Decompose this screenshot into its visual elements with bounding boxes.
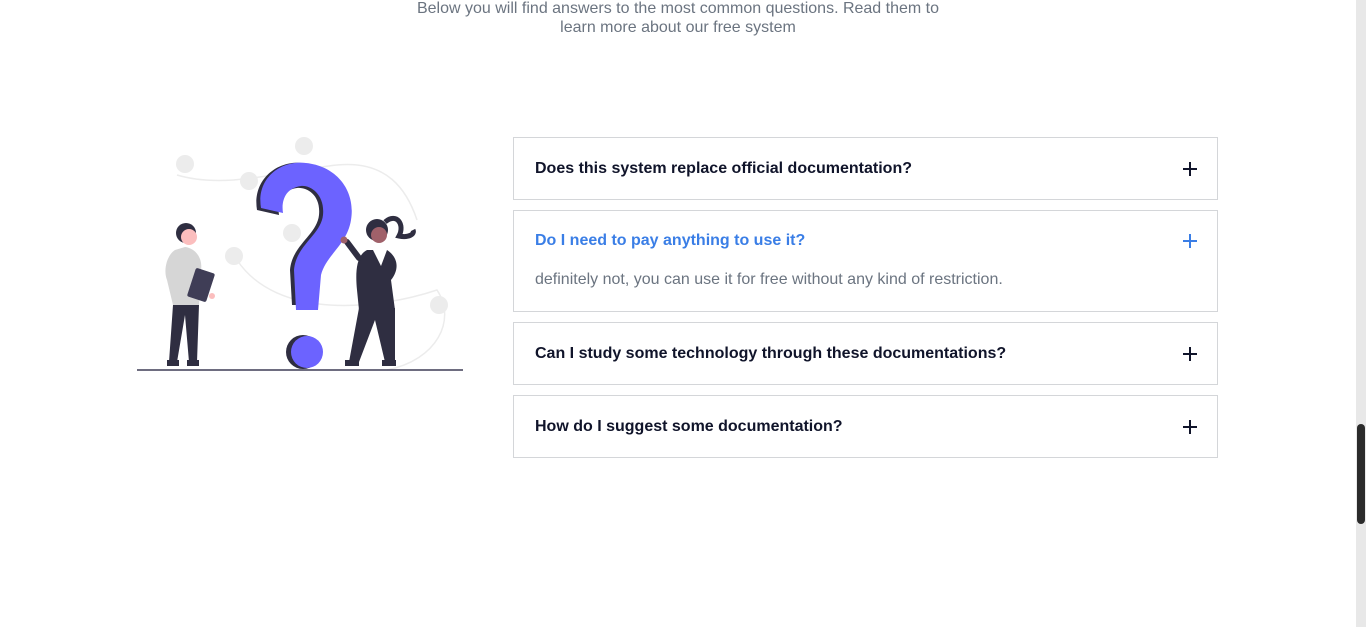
decor-circle — [283, 224, 301, 242]
woman-legs — [349, 308, 395, 362]
question-mark — [260, 162, 352, 310]
faq-item[interactable]: How do I suggest some documentation? — [513, 395, 1218, 458]
faq-question-row[interactable]: Do I need to pay anything to use it? — [514, 211, 1217, 271]
decor-circle — [295, 137, 313, 155]
plus-icon[interactable] — [1183, 161, 1199, 177]
woman-shoe — [382, 360, 396, 366]
faq-question: Can I study some technology through thes… — [535, 344, 1007, 362]
woman-head — [371, 227, 387, 243]
faq-accordion: Does this system replace official docume… — [513, 137, 1218, 468]
faq-page: Below you will find answers to the most … — [0, 0, 1366, 627]
woman-ponytail — [383, 215, 416, 239]
faq-question: Does this system replace official docume… — [535, 159, 912, 177]
man-shoe — [187, 360, 199, 366]
decor-circle — [176, 155, 194, 173]
faq-item[interactable]: Do I need to pay anything to use it? def… — [513, 210, 1218, 312]
woman-arm — [344, 239, 362, 261]
man-legs — [169, 305, 199, 362]
decor-circle — [225, 247, 243, 265]
scrollbar-thumb[interactable] — [1357, 424, 1365, 524]
man-head — [181, 229, 197, 245]
faq-answer: definitely not, you can use it for free … — [535, 271, 1003, 288]
faq-question-row[interactable]: Can I study some technology through thes… — [514, 323, 1217, 384]
woman-shoe — [345, 360, 359, 366]
man-shoe — [167, 360, 179, 366]
intro-line-2: learn more about our free system — [560, 19, 796, 36]
decor-circle — [240, 172, 258, 190]
faq-item[interactable]: Can I study some technology through thes… — [513, 322, 1218, 385]
woman-jacket — [356, 250, 397, 310]
plus-icon[interactable] — [1183, 346, 1199, 362]
decor-line — [236, 259, 446, 371]
woman-hand — [340, 236, 348, 244]
decor-circle — [430, 296, 448, 314]
question-mark-people-illustration — [137, 137, 463, 371]
faq-question-row[interactable]: Does this system replace official docume… — [514, 138, 1217, 199]
question-mark-dot — [291, 336, 323, 368]
faq-item[interactable]: Does this system replace official docume… — [513, 137, 1218, 200]
page-scrollbar[interactable] — [1356, 0, 1366, 627]
plus-icon[interactable] — [1183, 233, 1199, 249]
faq-intro: Below you will find answers to the most … — [0, 0, 1356, 37]
man-hand — [209, 293, 215, 299]
faq-question-row[interactable]: How do I suggest some documentation? — [514, 396, 1217, 457]
intro-line-1: Below you will find answers to the most … — [416, 0, 940, 17]
faq-question: How do I suggest some documentation? — [535, 417, 843, 435]
faq-question: Do I need to pay anything to use it? — [535, 232, 806, 249]
plus-icon[interactable] — [1183, 419, 1199, 435]
